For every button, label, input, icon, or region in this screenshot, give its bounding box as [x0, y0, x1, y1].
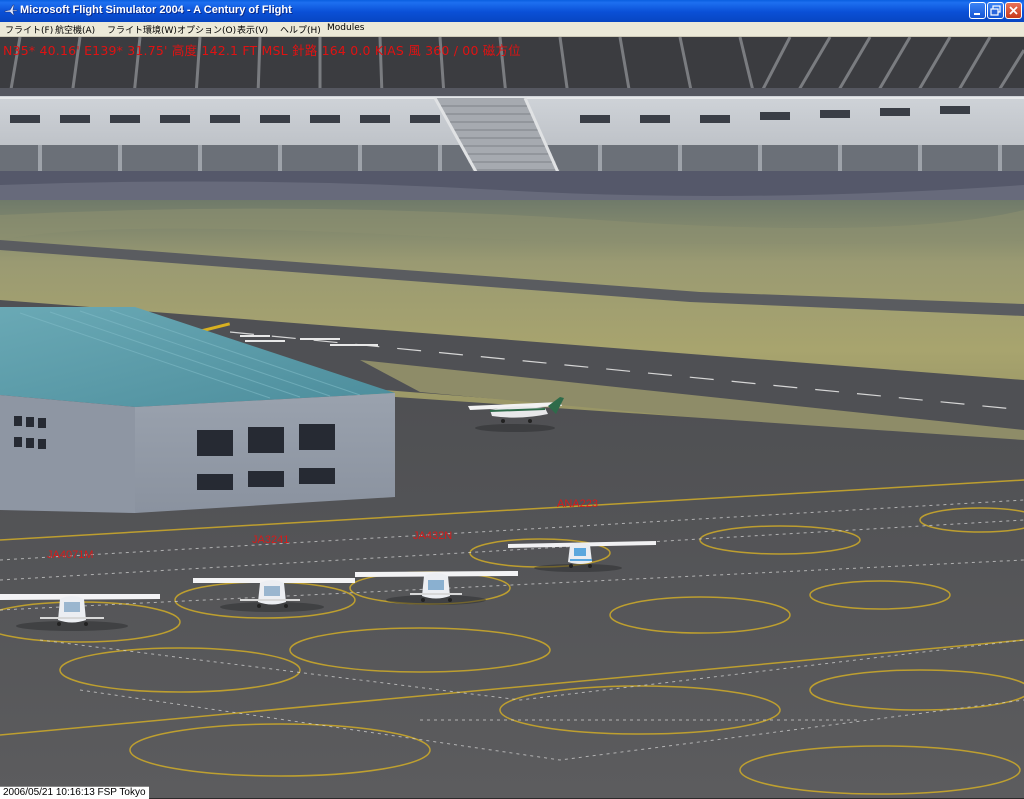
flight-info-readout: N35* 40.16' E139* 31.75' 高度 142.1 FT MSL… [3, 43, 521, 58]
menu-modules[interactable]: Modules [327, 23, 364, 33]
airport-scene [0, 37, 1024, 798]
simulator-viewport[interactable]: N35* 40.16' E139* 31.75' 高度 142.1 FT MSL… [0, 37, 1024, 798]
restore-icon [990, 5, 1001, 16]
menu-flight[interactable]: フライト(F) [5, 23, 53, 36]
aircraft-label: JA3241 [252, 534, 290, 546]
title-bar: Microsoft Flight Simulator 2004 - A Cent… [0, 0, 1024, 22]
menu-aircraft[interactable]: 航空機(A) [55, 23, 95, 36]
close-icon [1009, 6, 1018, 15]
aircraft-label: JA4071M [47, 549, 94, 561]
menu-views[interactable]: 表示(V) [237, 23, 268, 36]
maximize-button[interactable] [987, 2, 1004, 19]
minimize-button[interactable] [969, 2, 986, 19]
menu-options[interactable]: オプション(O) [177, 23, 236, 36]
minimize-icon [974, 13, 980, 15]
menu-bar: フライト(F) 航空機(A) フライト環境(W) オプション(O) 表示(V) … [0, 22, 1024, 37]
aircraft-label: ANA223 [557, 498, 598, 510]
status-bar: 2006/05/21 10:16:13 FSP Tokyo [0, 786, 149, 799]
aircraft-label: JA432N [413, 530, 453, 542]
close-button[interactable] [1005, 2, 1022, 19]
window-title: Microsoft Flight Simulator 2004 - A Cent… [20, 4, 292, 16]
airplane-icon [4, 4, 18, 16]
menu-help[interactable]: ヘルプ(H) [280, 23, 321, 36]
menu-world[interactable]: フライト環境(W) [107, 23, 177, 36]
